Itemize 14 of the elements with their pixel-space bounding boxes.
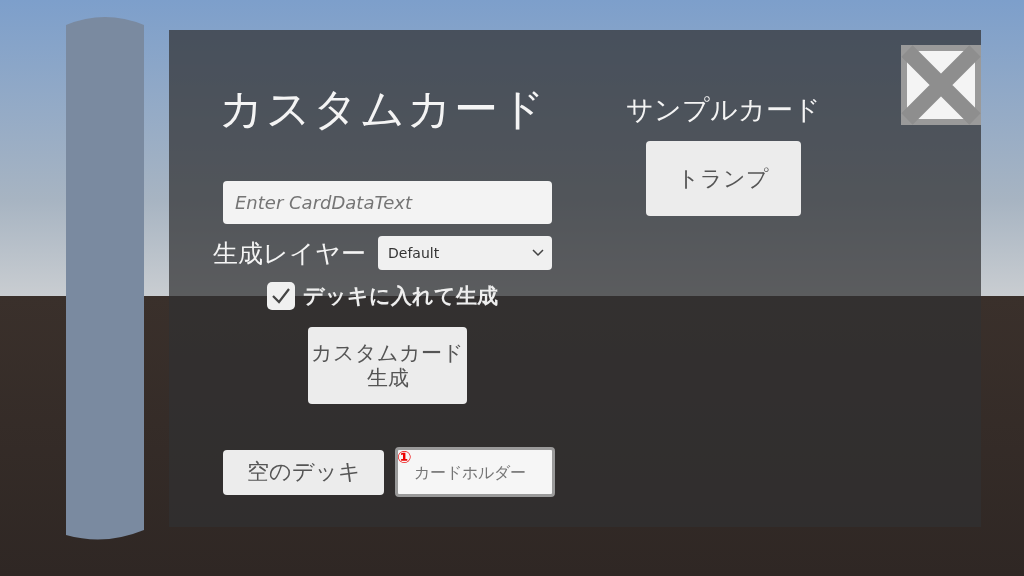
layer-label: 生成レイヤー [213, 237, 366, 270]
checkbox[interactable] [267, 282, 295, 310]
empty-deck-button[interactable]: 空のデッキ [223, 449, 384, 495]
title: カスタムカード [219, 82, 547, 136]
sample-title: サンプルカード [625, 93, 821, 127]
checkbox-label: デッキに入れて生成 [303, 283, 498, 310]
layer-dropdown[interactable]: Default [378, 236, 552, 270]
chevron-down-icon [532, 249, 544, 257]
sample-card-button[interactable]: トランプ [645, 141, 801, 216]
close-button[interactable] [901, 45, 981, 125]
generate-button[interactable]: カスタムカード 生成 [308, 327, 467, 404]
number-label: ① [397, 449, 412, 466]
card-data-field[interactable]: Enter CardDataText [223, 181, 552, 224]
checkmark-icon [271, 287, 291, 305]
